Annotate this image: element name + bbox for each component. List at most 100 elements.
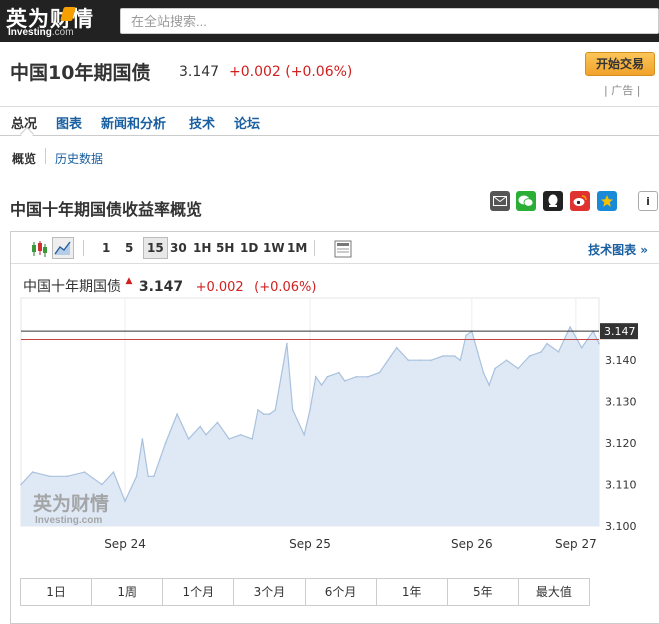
qq-icon[interactable] <box>543 191 563 211</box>
site-logo[interactable]: 英为财情 Investing.com <box>6 3 114 39</box>
logo-english-text: Investing.com <box>8 27 74 38</box>
period-6m-button[interactable]: 6个月 <box>306 579 377 605</box>
data-point <box>407 359 410 361</box>
data-point <box>176 413 178 415</box>
x-tick-label: Sep 27 <box>555 537 597 551</box>
data-point <box>476 351 479 353</box>
logo-com: .com <box>51 27 74 38</box>
data-point <box>419 359 421 361</box>
tab-forum[interactable]: 论坛 <box>234 113 260 132</box>
data-point <box>505 359 508 361</box>
instrument-nav: 总况 图表 新闻和分析 技术 论坛 <box>0 106 659 142</box>
nav-divider <box>0 135 659 136</box>
watermark-logo-text: 英为财情 <box>33 492 109 515</box>
legend-name: 中国十年期国债 <box>23 279 121 295</box>
chart-legend: 中国十年期国债 ▲ 3.147 +0.002 (+0.06%) <box>23 276 316 296</box>
data-point <box>540 351 542 353</box>
weibo-icon[interactable] <box>570 191 590 211</box>
data-point <box>251 438 253 440</box>
data-point <box>257 409 259 411</box>
legend-pct: (+0.06%) <box>254 280 317 295</box>
start-trading-button[interactable]: 开始交易 <box>585 52 655 76</box>
period-max-button[interactable]: 最大值 <box>519 579 589 605</box>
tab-technical[interactable]: 技术 <box>189 113 215 132</box>
data-point <box>101 483 103 486</box>
mail-icon[interactable] <box>490 191 510 211</box>
period-selector: 1日 1周 1个月 3个月 6个月 1年 5年 最大值 <box>20 578 590 606</box>
data-point <box>517 367 519 370</box>
data-point <box>338 371 340 374</box>
data-point <box>580 346 583 349</box>
subnav-overview[interactable]: 概览 <box>12 150 36 167</box>
current-value-label: 3.147 <box>604 325 636 338</box>
tab-news-analysis[interactable]: 新闻和分析 <box>101 113 166 132</box>
data-point <box>367 376 369 378</box>
tab-charts[interactable]: 图表 <box>56 113 82 132</box>
period-3m-button[interactable]: 3个月 <box>234 579 306 605</box>
data-point <box>147 475 149 478</box>
data-point <box>228 438 230 440</box>
period-1y-button[interactable]: 1年 <box>377 579 448 605</box>
data-point <box>459 359 462 361</box>
data-point <box>158 458 161 461</box>
data-point <box>135 475 138 478</box>
subnav-historical-data[interactable]: 历史数据 <box>55 150 103 167</box>
watermark-logo-en: Investing.com <box>35 515 102 526</box>
data-point <box>274 409 277 411</box>
instrument-price: 3.147 <box>179 64 220 80</box>
data-point <box>49 475 51 478</box>
legend-change: +0.002 <box>195 280 244 295</box>
data-point <box>482 371 485 374</box>
wechat-icon[interactable] <box>516 191 536 211</box>
period-1d-button[interactable]: 1日 <box>21 579 93 605</box>
site-search-input[interactable] <box>120 8 659 34</box>
y-tick-label: 3.120 <box>605 437 637 450</box>
legend-up-icon: ▲ <box>125 276 133 286</box>
data-point <box>303 434 306 436</box>
y-tick-label: 3.130 <box>605 396 637 409</box>
y-tick-label: 3.100 <box>605 520 637 533</box>
data-point <box>465 334 467 337</box>
data-point <box>164 442 167 444</box>
data-point <box>20 483 22 486</box>
info-icon[interactable]: i <box>638 191 658 211</box>
data-point <box>395 346 398 349</box>
data-point <box>216 421 219 424</box>
x-tick-label: Sep 24 <box>104 537 146 551</box>
period-1w-button[interactable]: 1周 <box>92 579 164 605</box>
x-tick-label: Sep 25 <box>289 537 331 551</box>
data-point <box>343 380 346 382</box>
data-point <box>31 471 34 473</box>
data-point <box>378 371 381 374</box>
period-1m-button[interactable]: 1个月 <box>163 579 235 605</box>
legend-price: 3.147 <box>138 279 184 295</box>
data-point <box>430 359 433 361</box>
data-point <box>488 384 491 386</box>
data-point <box>569 326 571 328</box>
y-tick-label: 3.110 <box>605 479 637 492</box>
data-point <box>315 376 317 378</box>
x-tick-label: Sep 26 <box>451 537 493 551</box>
data-point <box>326 376 329 378</box>
subnav-divider <box>45 148 46 164</box>
top-header-bar: 英为财情 Investing.com <box>0 0 659 42</box>
data-point <box>263 413 265 415</box>
chart-panel: 1 5 15 30 1H 5H 1D 1W 1M 技术图表 » 3.110 3.1… <box>10 231 659 624</box>
data-point <box>528 355 531 357</box>
data-point <box>112 471 115 473</box>
y-tick-label: 3.140 <box>605 354 637 367</box>
period-5y-button[interactable]: 5年 <box>448 579 519 605</box>
section-title: 中国十年期国债收益率概览 <box>10 200 203 219</box>
data-point <box>66 475 68 478</box>
instrument-change: +0.002 (+0.06%) <box>229 64 353 80</box>
data-point <box>199 425 201 428</box>
qzone-icon[interactable] <box>597 191 617 211</box>
data-point <box>320 384 323 386</box>
data-point <box>205 434 207 436</box>
data-point <box>355 376 358 378</box>
data-point <box>442 355 444 357</box>
data-point <box>124 500 126 502</box>
data-point <box>557 351 560 353</box>
data-point <box>239 434 242 436</box>
instrument-title: 中国10年期国债 <box>10 62 151 84</box>
